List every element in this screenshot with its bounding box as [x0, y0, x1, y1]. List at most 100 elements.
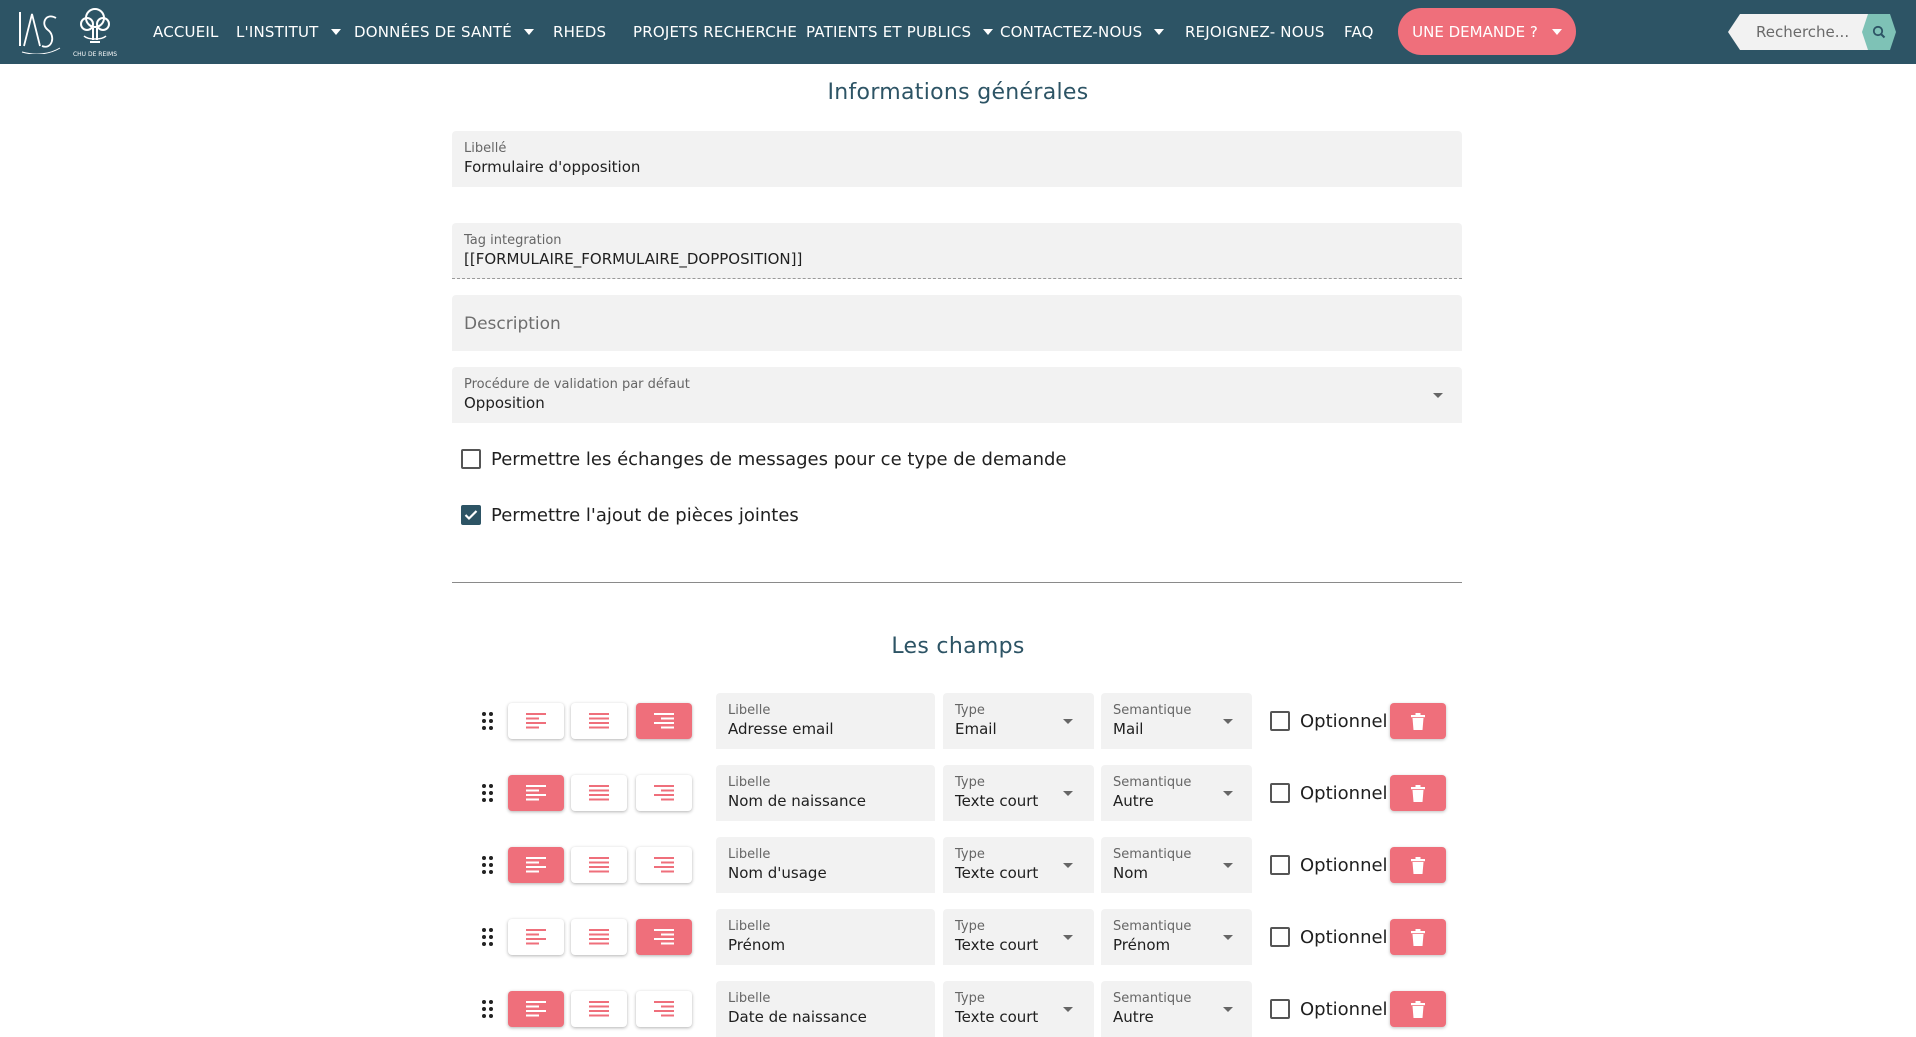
chu-reims-logo[interactable]: CHU DE REIMS [72, 6, 118, 58]
messages-checkbox-row[interactable]: Permettre les échanges de messages pour … [461, 447, 1067, 471]
field-type-select[interactable]: Type Texte court [943, 765, 1094, 821]
field-type-select[interactable]: Type Texte court [943, 909, 1094, 965]
field-type-select[interactable]: Type Texte court [943, 981, 1094, 1037]
dropdown-arrow-icon [1223, 791, 1233, 796]
optional-label: Optionnel [1300, 998, 1388, 1020]
drag-handle-icon[interactable] [480, 783, 496, 803]
delete-field-button[interactable] [1390, 847, 1446, 883]
field-type-label: Type [955, 847, 985, 862]
attachments-checkbox-label: Permettre l'ajout de pièces jointes [491, 504, 799, 526]
align-right-button[interactable] [636, 775, 692, 811]
field-type-select[interactable]: Type Texte court [943, 837, 1094, 893]
nav-projets-recherche[interactable]: PROJETS RECHERCHE [633, 21, 797, 43]
align-justify-button[interactable] [571, 991, 627, 1027]
optional-checkbox-row[interactable]: Optionnel [1270, 997, 1388, 1021]
drag-handle-icon[interactable] [480, 999, 496, 1019]
align-justify-button[interactable] [571, 919, 627, 955]
optional-checkbox-row[interactable]: Optionnel [1270, 853, 1388, 877]
align-justify-button[interactable] [571, 775, 627, 811]
optional-checkbox-row[interactable]: Optionnel [1270, 709, 1388, 733]
optional-label: Optionnel [1300, 782, 1388, 804]
delete-field-button[interactable] [1390, 991, 1446, 1027]
align-right-button[interactable] [636, 847, 692, 883]
tag-integration-value: [[FORMULAIRE_FORMULAIRE_DOPPOSITION]] [464, 250, 803, 268]
field-semantic-select[interactable]: Semantique Nom [1101, 837, 1252, 893]
nav-donnees-sante[interactable]: DONNÉES DE SANTÉ [354, 21, 534, 43]
nav-institut[interactable]: L'INSTITUT [236, 21, 341, 43]
align-justify-button[interactable] [571, 847, 627, 883]
description-field[interactable]: Description [452, 295, 1462, 351]
dropdown-arrow-icon [1223, 719, 1233, 724]
nav-rheds[interactable]: RHEDS [553, 21, 606, 43]
field-semantic-select[interactable]: Semantique Autre [1101, 765, 1252, 821]
align-right-button[interactable] [636, 991, 692, 1027]
delete-field-button[interactable] [1390, 775, 1446, 811]
nav-contactez-nous[interactable]: CONTACTEZ-NOUS [1000, 21, 1165, 43]
field-libelle-input[interactable]: Libelle Adresse email [716, 693, 935, 749]
search-button[interactable] [1862, 14, 1896, 50]
field-libelle-label: Libelle [728, 775, 771, 790]
align-left-icon [526, 929, 546, 945]
align-right-button[interactable] [636, 703, 692, 739]
delete-field-button[interactable] [1390, 919, 1446, 955]
delete-field-button[interactable] [1390, 703, 1446, 739]
field-semantic-label: Semantique [1113, 847, 1192, 862]
field-semantic-label: Semantique [1113, 991, 1192, 1006]
nav-faq[interactable]: FAQ [1344, 21, 1374, 43]
field-row: Libelle Nom d'usage Type Texte court Sem… [0, 837, 1916, 893]
checkmark-icon [464, 510, 478, 521]
optional-checkbox[interactable] [1270, 711, 1290, 731]
libelle-value: Formulaire d'opposition [464, 158, 641, 176]
attachments-checkbox[interactable] [461, 505, 481, 525]
field-type-select[interactable]: Type Email [943, 693, 1094, 749]
align-left-button[interactable] [508, 919, 564, 955]
field-libelle-input[interactable]: Libelle Nom d'usage [716, 837, 935, 893]
align-justify-icon [589, 1001, 609, 1017]
align-left-button[interactable] [508, 991, 564, 1027]
align-left-button[interactable] [508, 847, 564, 883]
drag-handle-icon[interactable] [480, 855, 496, 875]
field-semantic-select[interactable]: Semantique Autre [1101, 981, 1252, 1037]
field-type-label: Type [955, 991, 985, 1006]
messages-checkbox[interactable] [461, 449, 481, 469]
field-semantic-value: Nom [1113, 864, 1149, 882]
nav-accueil[interactable]: ACCUEIL [153, 21, 219, 43]
field-semantic-select[interactable]: Semantique Prénom [1101, 909, 1252, 965]
optional-checkbox[interactable] [1270, 783, 1290, 803]
procedure-select[interactable]: Procédure de validation par défaut Oppos… [452, 367, 1462, 423]
field-libelle-input[interactable]: Libelle Prénom [716, 909, 935, 965]
field-libelle-label: Libelle [728, 919, 771, 934]
field-semantic-select[interactable]: Semantique Mail [1101, 693, 1252, 749]
tag-integration-field[interactable]: Tag integration [[FORMULAIRE_FORMULAIRE_… [452, 223, 1462, 279]
optional-checkbox[interactable] [1270, 855, 1290, 875]
align-left-button[interactable] [508, 775, 564, 811]
libelle-field[interactable]: Libellé Formulaire d'opposition [452, 131, 1462, 187]
field-type-value: Email [955, 720, 997, 738]
search-input[interactable] [1728, 14, 1868, 50]
attachments-checkbox-row[interactable]: Permettre l'ajout de pièces jointes [461, 503, 799, 527]
optional-checkbox-row[interactable]: Optionnel [1270, 781, 1388, 805]
optional-checkbox[interactable] [1270, 999, 1290, 1019]
drag-handle-icon[interactable] [480, 711, 496, 731]
align-justify-button[interactable] [571, 703, 627, 739]
field-type-value: Texte court [955, 792, 1039, 810]
field-semantic-value: Mail [1113, 720, 1144, 738]
align-right-button[interactable] [636, 919, 692, 955]
field-libelle-label: Libelle [728, 847, 771, 862]
dropdown-arrow-icon [1223, 1007, 1233, 1012]
field-libelle-input[interactable]: Libelle Nom de naissance [716, 765, 935, 821]
ias-logo[interactable] [16, 8, 62, 55]
align-right-icon [654, 1001, 674, 1017]
align-justify-icon [589, 929, 609, 945]
align-left-button[interactable] [508, 703, 564, 739]
field-semantic-label: Semantique [1113, 703, 1192, 718]
field-libelle-input[interactable]: Libelle Date de naissance [716, 981, 935, 1037]
optional-checkbox[interactable] [1270, 927, 1290, 947]
nav-rejoignez-nous[interactable]: REJOIGNEZ- NOUS [1185, 21, 1325, 43]
nav-patients-publics[interactable]: PATIENTS ET PUBLICS [806, 21, 994, 43]
optional-checkbox-row[interactable]: Optionnel [1270, 925, 1388, 949]
drag-handle-icon[interactable] [480, 927, 496, 947]
dropdown-arrow-icon [1063, 1007, 1073, 1012]
field-libelle-value: Nom de naissance [728, 792, 866, 810]
une-demande-button[interactable]: UNE DEMANDE ? [1398, 8, 1576, 55]
